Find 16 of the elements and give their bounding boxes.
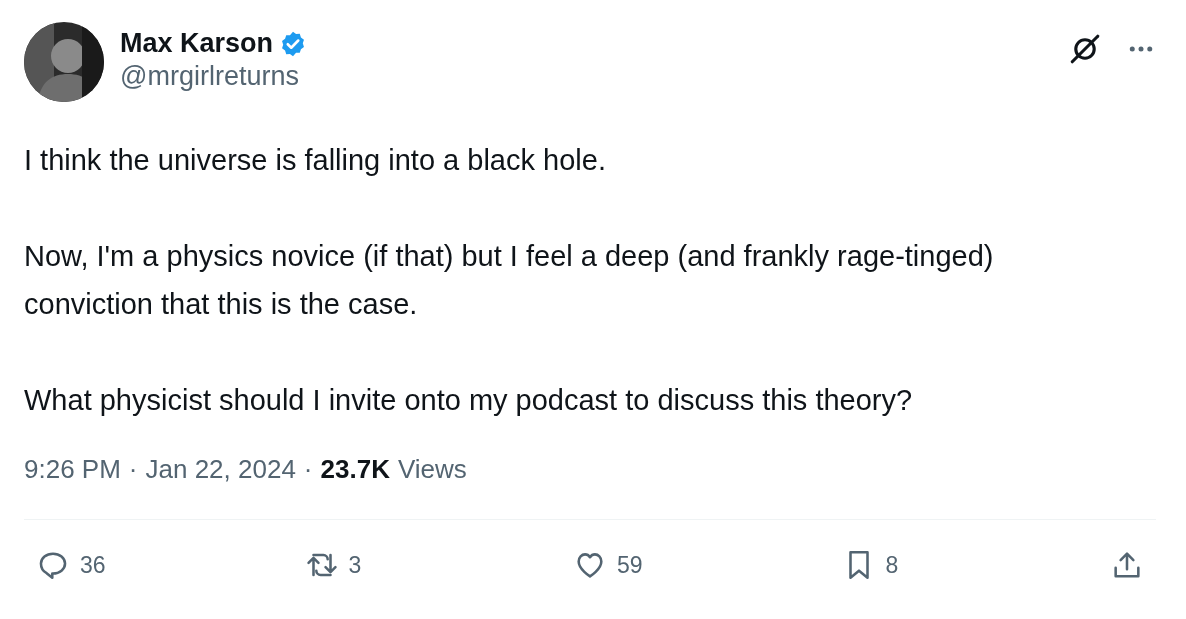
author-name[interactable]: Max Karson <box>120 28 274 59</box>
grok-icon[interactable] <box>1068 32 1102 66</box>
repost-button[interactable]: 3 <box>304 548 455 582</box>
like-button[interactable]: 59 <box>573 548 723 582</box>
bookmark-button[interactable]: 8 <box>841 548 992 582</box>
view-count: 23.7K <box>320 454 390 485</box>
separator: · <box>128 454 138 485</box>
separator: · <box>303 454 313 485</box>
tweet-paragraph: Now, I'm a physics novice (if that) but I feel a deep (and frankly rage-tinged) conviction that this is the case. <box>24 239 995 322</box>
reply-button[interactable]: 36 <box>36 548 186 582</box>
author-handle[interactable]: @mrgirlreturns <box>120 61 1052 92</box>
tweet-paragraph: I think the universe is falling into a black hole. <box>24 143 607 178</box>
views-label: Views <box>397 454 467 485</box>
tweet-time[interactable]: 9:26 PM <box>24 454 121 485</box>
tweet-date[interactable]: Jan 22, 2024 <box>145 454 296 485</box>
tweet-paragraph: What physicist should I invite onto my podcast to discuss this theory? <box>24 383 914 418</box>
